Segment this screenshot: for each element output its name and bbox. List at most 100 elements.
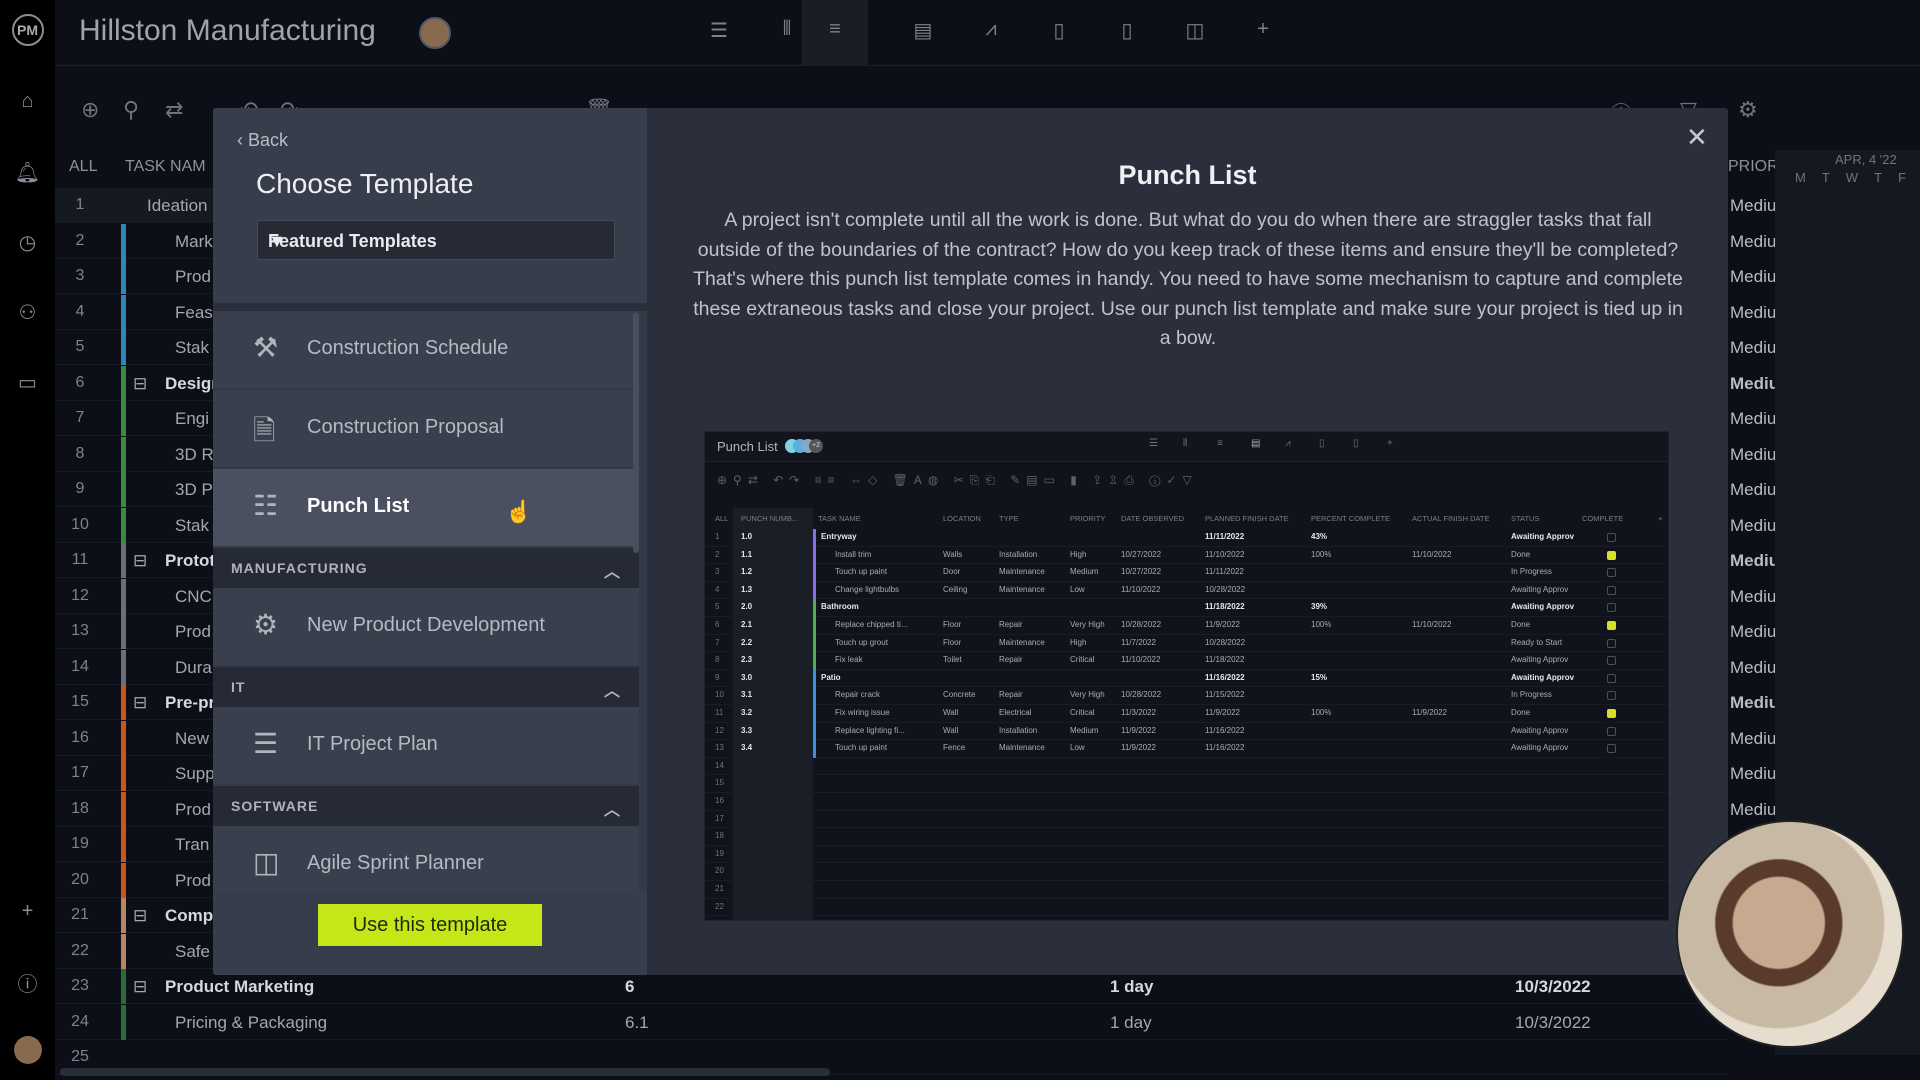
preview-cell-obs: 10/27/2022 <box>1121 567 1162 577</box>
template-category-dropdown[interactable]: Featured Templates ▼ <box>257 220 615 260</box>
section-header[interactable]: MANUFACTURING ︿ <box>213 548 639 588</box>
task-name[interactable]: Prod <box>175 800 211 820</box>
task-name[interactable]: Feas <box>175 303 213 323</box>
priority-cell: Mediu <box>1730 728 1777 748</box>
repeat-icon[interactable]: ⇄ <box>165 97 183 123</box>
table-row[interactable]: 24 Pricing & Packaging 6.1 1 day 10/3/2022 <box>55 1004 1728 1040</box>
plus-icon[interactable]: + <box>1243 18 1283 41</box>
preview-cell-obs: 10/27/2022 <box>1121 549 1162 559</box>
chevron-up-icon[interactable]: ︿ <box>604 796 621 820</box>
preview-row-color-bar <box>813 669 816 688</box>
collapse-icon[interactable]: ⊟ <box>133 906 147 926</box>
task-name[interactable]: Product Marketing <box>165 977 314 997</box>
collapse-icon[interactable]: ⊟ <box>133 977 147 997</box>
template-item[interactable]: 🗎 Construction Proposal <box>213 390 639 468</box>
preview-row: 22 <box>705 899 1668 917</box>
row-color-bar <box>121 685 126 720</box>
task-name[interactable]: Tran <box>175 835 209 855</box>
column-priority[interactable]: PRIOR <box>1728 158 1779 176</box>
chevron-up-icon[interactable]: ︿ <box>604 558 621 582</box>
pm-logo[interactable]: PM <box>11 14 44 46</box>
avatar[interactable] <box>0 1036 55 1070</box>
preview-row: 18 <box>705 828 1668 846</box>
task-name[interactable]: Prod <box>175 267 211 287</box>
preview-row: 4 1.3 Change lightbulbs Ceiling Maintenance L… <box>705 581 1668 600</box>
template-list-scrollbar[interactable] <box>633 313 639 553</box>
task-name[interactable]: Prod <box>175 871 211 891</box>
preview-cell-task: Fix wiring issue <box>835 708 890 717</box>
row-color-bar <box>121 365 126 401</box>
avatar[interactable] <box>419 17 451 49</box>
plus-icon[interactable]: + <box>0 900 55 923</box>
template-item[interactable]: ☰ IT Project Plan <box>213 707 639 785</box>
preview-cell-obs: 11/10/2022 <box>1121 584 1161 594</box>
home-icon[interactable]: ⌂ <box>0 90 55 113</box>
task-name[interactable]: Supp <box>175 764 215 784</box>
column-task-name[interactable]: TASK NAM <box>125 158 206 176</box>
template-item[interactable]: ⚙ New Product Development <box>213 588 639 666</box>
chevron-up-icon[interactable]: ︿ <box>604 677 621 701</box>
list-icon[interactable]: ☰ <box>699 18 739 43</box>
users-icon[interactable]: ⚇ <box>0 300 55 325</box>
task-name[interactable]: 3D P <box>175 480 213 500</box>
task-name[interactable]: Safe <box>175 942 210 962</box>
preview-cell-type: Repair <box>999 690 1023 700</box>
preview-cell-prio: Critical <box>1070 708 1095 717</box>
collapse-icon[interactable]: ⊟ <box>133 693 147 713</box>
preview-cell-num: 1.2 <box>741 567 753 577</box>
task-name[interactable]: 3D R <box>175 445 214 465</box>
close-icon[interactable]: ✕ <box>1686 122 1708 153</box>
document-icon[interactable]: ▯ <box>1107 18 1147 43</box>
left-sidebar: PM ⌂ 🔔︎ ◷ ⚇ ▭ + ⓘ <box>0 0 55 1080</box>
collapse-icon[interactable]: ⊟ <box>133 374 147 394</box>
preview-cell-n: 20 <box>715 866 724 876</box>
use-template-button[interactable]: Use this template <box>318 904 542 946</box>
collapse-icon[interactable]: ⊟ <box>133 551 147 571</box>
project-title: Hillston Manufacturing <box>79 14 376 47</box>
row-number: 8 <box>75 444 85 462</box>
section-header[interactable]: IT ︿ <box>213 667 639 707</box>
bell-icon[interactable]: 🔔︎ <box>0 160 55 185</box>
row-number: 9 <box>75 480 85 497</box>
gantt-icon[interactable]: ≡ <box>802 0 868 66</box>
wbs-cell: 6.1 <box>625 1012 649 1032</box>
task-name[interactable]: Stak <box>175 338 209 358</box>
template-item[interactable]: ☷ Punch List ☝ <box>213 469 639 547</box>
briefcase-icon[interactable]: ▭ <box>0 370 55 395</box>
task-name[interactable]: Prod <box>175 622 211 642</box>
task-name[interactable]: New <box>175 729 209 749</box>
task-name[interactable]: Stak <box>175 516 209 536</box>
split-icon[interactable]: ◫ <box>1175 18 1215 43</box>
dashboard-icon[interactable]: ⩘ <box>971 18 1011 41</box>
preview-cell-loc: Door <box>943 567 961 577</box>
preview-row-color-bar <box>813 634 816 653</box>
board-icon[interactable]: ⫴ <box>767 18 807 41</box>
task-name[interactable]: Pricing & Packaging <box>175 1013 327 1033</box>
preview-cell-type: Repair <box>999 655 1023 665</box>
hammer-icon: ⚒ <box>253 332 279 363</box>
template-item[interactable]: ⚒ Construction Schedule <box>213 311 639 389</box>
horizontal-scrollbar[interactable] <box>60 1068 830 1076</box>
user-icon[interactable]: ⚲ <box>123 97 139 123</box>
row-number: 1 <box>75 196 85 213</box>
column-all[interactable]: ALL <box>69 158 97 176</box>
sheet-icon[interactable]: ▤ <box>903 18 943 43</box>
row-number: 5 <box>75 338 85 355</box>
task-name[interactable]: Mark <box>175 232 213 252</box>
calendar-icon[interactable]: ▯ <box>1039 18 1079 43</box>
row-color-bar <box>121 756 126 791</box>
task-name[interactable]: CNC <box>175 587 212 607</box>
section-header[interactable]: SOFTWARE ︿ <box>213 786 639 826</box>
task-name[interactable]: Engi <box>175 409 209 429</box>
help-icon[interactable]: ⓘ <box>0 968 55 997</box>
complete-checkbox <box>1607 691 1616 701</box>
preview-cell-type: Maintenance <box>999 743 1045 753</box>
task-name[interactable]: Ideation <box>147 196 208 216</box>
clock-icon[interactable]: ◷ <box>0 230 55 255</box>
settings-icon[interactable]: ⚙ <box>1738 97 1758 123</box>
task-name[interactable]: Dura <box>175 658 212 678</box>
template-item[interactable]: ◫ Agile Sprint Planner <box>213 826 639 893</box>
add-icon[interactable]: ⊕ <box>81 97 99 123</box>
back-button[interactable]: ‹ Back <box>237 130 288 151</box>
preview-cell-num: 2.1 <box>741 620 753 629</box>
